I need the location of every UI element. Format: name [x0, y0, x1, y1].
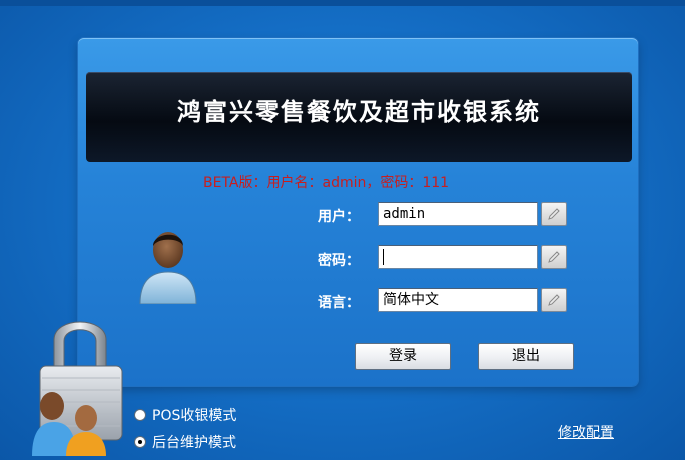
password-picker-button[interactable]: [541, 245, 567, 269]
pencil-icon: [548, 294, 560, 306]
top-strip: [0, 0, 685, 6]
password-label: 密码：: [318, 253, 360, 269]
password-field[interactable]: [378, 245, 538, 269]
backend-mode-option[interactable]: 后台维护模式: [134, 432, 236, 452]
username-picker-button[interactable]: [541, 202, 567, 226]
backend-mode-radio[interactable]: [134, 436, 146, 448]
user-label: 用户：: [318, 209, 360, 225]
pos-mode-radio[interactable]: [134, 409, 146, 421]
language-select[interactable]: 简体中文: [378, 288, 538, 312]
pencil-icon: [548, 251, 560, 263]
username-field[interactable]: admin: [378, 202, 538, 226]
beta-hint: BETA版：用户名：admin，密码：111: [203, 175, 450, 191]
language-label: 语言：: [318, 295, 360, 311]
pos-mode-label: POS收银模式: [152, 408, 237, 424]
login-button[interactable]: 登录: [355, 343, 451, 370]
backend-mode-label: 后台维护模式: [152, 435, 236, 451]
language-picker-button[interactable]: [541, 288, 567, 312]
app-title: 鸿富兴零售餐饮及超市收银系统: [177, 97, 541, 126]
text-caret: [383, 249, 384, 265]
user-avatar-icon: [139, 232, 197, 304]
exit-button[interactable]: 退出: [478, 343, 574, 370]
pencil-icon: [548, 208, 560, 220]
lock-users-icon: [32, 321, 123, 456]
pos-mode-option[interactable]: POS收银模式: [134, 405, 236, 425]
modify-config-link[interactable]: 修改配置: [558, 422, 614, 442]
